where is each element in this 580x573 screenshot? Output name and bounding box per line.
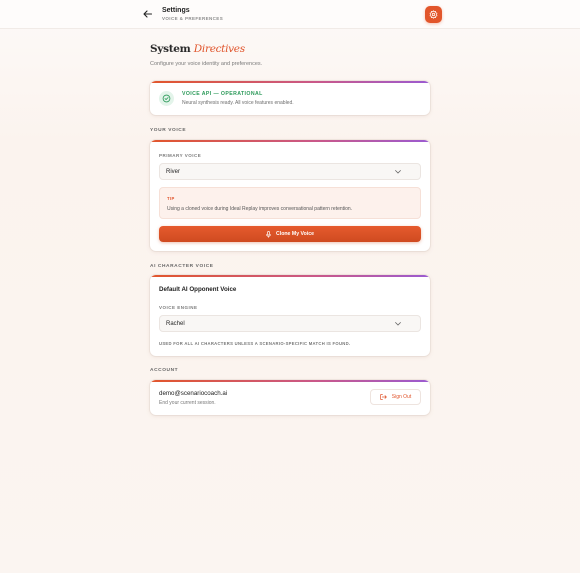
primary-voice-label: PRIMARY VOICE	[159, 153, 202, 158]
account-card: demo@scenariocoach.ai End your current s…	[150, 380, 430, 415]
page-title-plain: System	[150, 43, 191, 55]
tip-label: TIP	[167, 196, 175, 201]
section-label-your-voice: YOUR VOICE	[150, 128, 187, 133]
settings-button[interactable]	[425, 6, 442, 23]
primary-voice-select[interactable]: River	[159, 163, 421, 180]
clone-my-voice-label: Clone My Voice	[276, 231, 314, 237]
gear-icon	[429, 10, 438, 19]
tip-box: TIP Using a cloned voice during Ideal Re…	[159, 187, 421, 219]
voice-engine-select[interactable]: Rachel	[159, 315, 421, 332]
sign-out-icon	[380, 394, 387, 400]
tip-text: Using a cloned voice during Ideal Replay…	[167, 206, 353, 212]
account-email: demo@scenariocoach.ai	[159, 390, 228, 397]
back-button[interactable]	[141, 8, 153, 20]
page-title-accent: Directives	[193, 43, 245, 55]
section-label-account: ACCOUNT	[150, 368, 179, 373]
sign-out-button[interactable]: Sign Out	[370, 389, 421, 405]
session-text: End your current session.	[159, 400, 216, 406]
header-title-block: Settings VOICE & PREFERENCES	[162, 6, 223, 22]
page-title: System Directives	[150, 43, 430, 55]
chevron-down-icon	[395, 322, 401, 326]
top-bar: Settings VOICE & PREFERENCES	[0, 0, 580, 29]
page-header: System Directives Configure your voice i…	[150, 43, 430, 67]
ai-character-voice-card: Default AI Opponent Voice VOICE ENGINE R…	[150, 275, 430, 356]
chevron-down-icon	[395, 170, 401, 174]
status-title: VOICE API — OPERATIONAL	[182, 91, 263, 97]
microphone-icon	[266, 230, 271, 238]
section-label-ai-character-voice: AI CHARACTER VOICE	[150, 264, 214, 269]
page-description: Configure your voice identity and prefer…	[150, 61, 263, 67]
voice-api-status-card: VOICE API — OPERATIONAL Neural synthesis…	[150, 81, 430, 115]
status-text: Neural synthesis ready. All voice featur…	[182, 100, 294, 106]
clone-my-voice-button[interactable]: Clone My Voice	[159, 226, 421, 242]
check-circle-icon	[159, 91, 174, 106]
header-title: Settings	[162, 7, 190, 14]
ai-voice-note: USED FOR ALL AI CHARACTERS UNLESS A SCEN…	[159, 341, 351, 346]
ai-voice-heading: Default AI Opponent Voice	[159, 286, 237, 293]
voice-engine-value: Rachel	[166, 320, 185, 327]
header-subtitle: VOICE & PREFERENCES	[162, 16, 224, 21]
voice-engine-label: VOICE ENGINE	[159, 305, 198, 310]
primary-voice-value: River	[166, 168, 181, 175]
arrow-left-icon	[142, 10, 152, 18]
sign-out-label: Sign Out	[391, 394, 412, 400]
your-voice-card: PRIMARY VOICE River TIP Using a cloned v…	[150, 140, 430, 251]
